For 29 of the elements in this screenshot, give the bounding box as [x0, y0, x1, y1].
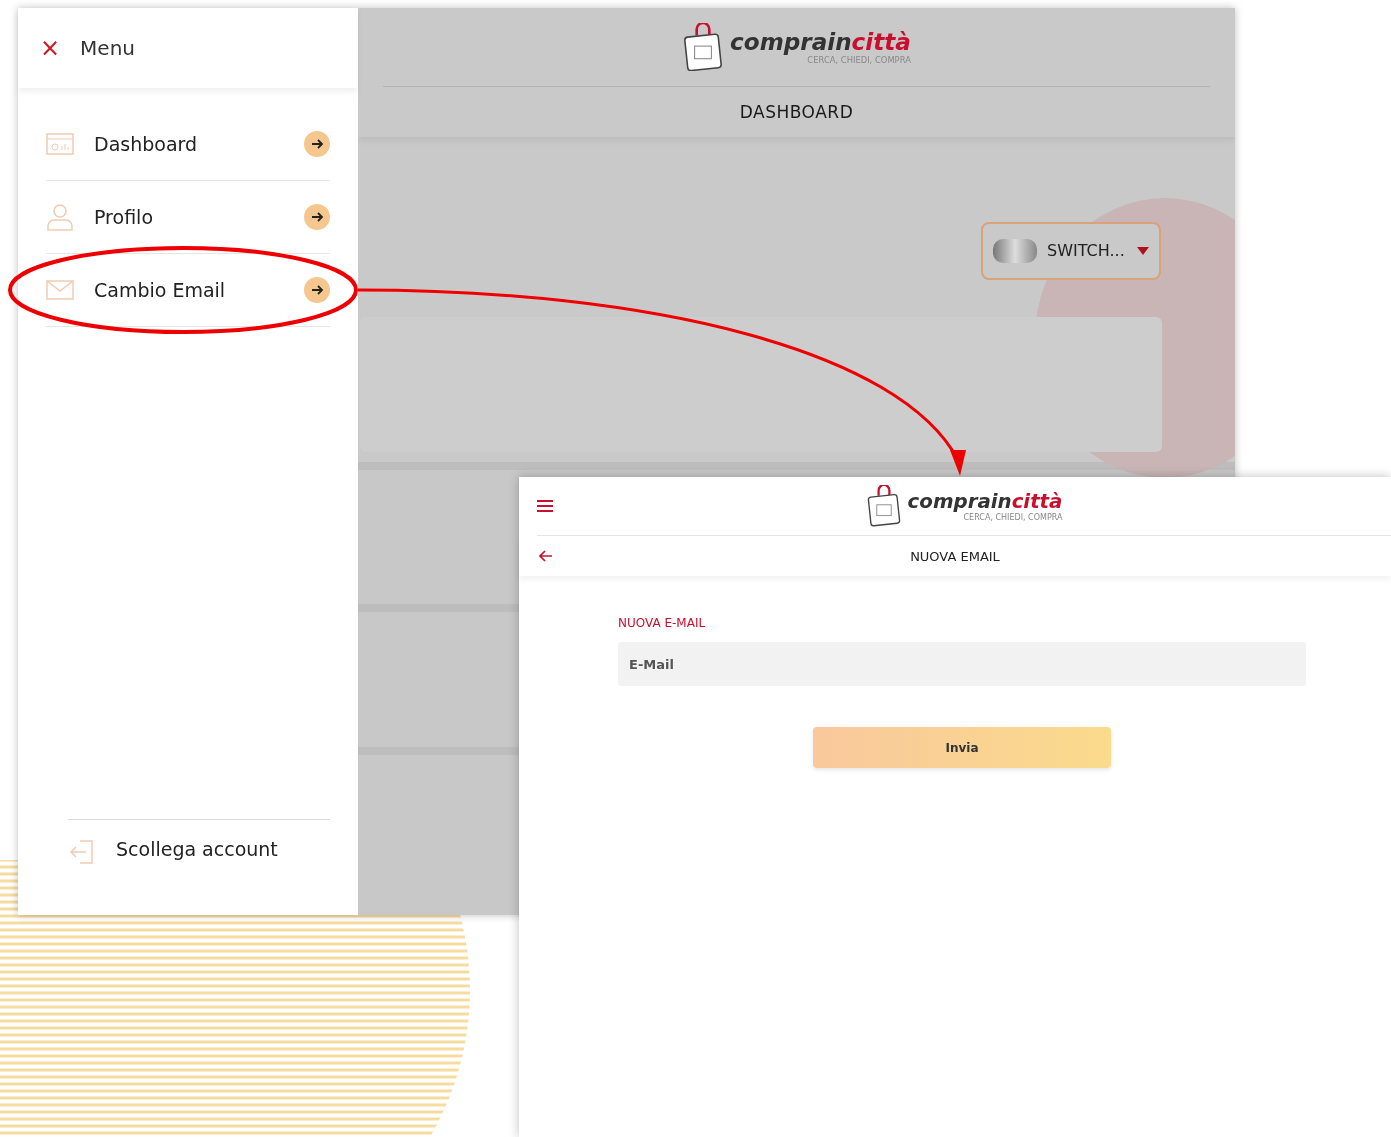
arrow-right-icon [304, 204, 330, 230]
user-icon [46, 202, 74, 232]
drawer-title: Menu [80, 36, 136, 60]
photo-placeholder [993, 238, 1037, 263]
menu-item[interactable]: Dashboard [46, 108, 330, 181]
brand-tagline: CERCA, CHIEDI, COMPRA [963, 513, 1063, 522]
logout-icon [68, 838, 96, 866]
envelope-icon [46, 279, 74, 301]
arrow-right-icon [304, 131, 330, 157]
submit-button[interactable]: Invia [813, 727, 1111, 768]
switch-dropdown[interactable]: SWITCH... [981, 221, 1161, 280]
arrow-right-icon [304, 277, 330, 303]
close-button[interactable]: × [40, 36, 61, 60]
brand-name: compraincittà [907, 490, 1063, 513]
brand-tagline: CERCA, CHIEDI, COMPRA [807, 54, 911, 65]
back-button[interactable] [539, 550, 553, 562]
brand-name: compraincittà [730, 28, 911, 55]
shopping-bag-icon [865, 485, 902, 527]
caret-icon [1137, 246, 1149, 255]
menu-item[interactable]: Profilo [46, 181, 330, 254]
page-title: DASHBOARD [739, 101, 854, 122]
menu-button[interactable] [537, 500, 553, 512]
field-label: NUOVA E-MAIL [618, 616, 707, 630]
chart-window-icon [46, 132, 74, 156]
shopping-bag-icon [682, 22, 725, 72]
page-title: NUOVA EMAIL [910, 548, 1000, 564]
logout-link[interactable]: Scollega account [116, 838, 278, 860]
email-field[interactable]: E-Mail [618, 642, 1306, 686]
menu-item[interactable]: Cambio Email [46, 254, 330, 327]
